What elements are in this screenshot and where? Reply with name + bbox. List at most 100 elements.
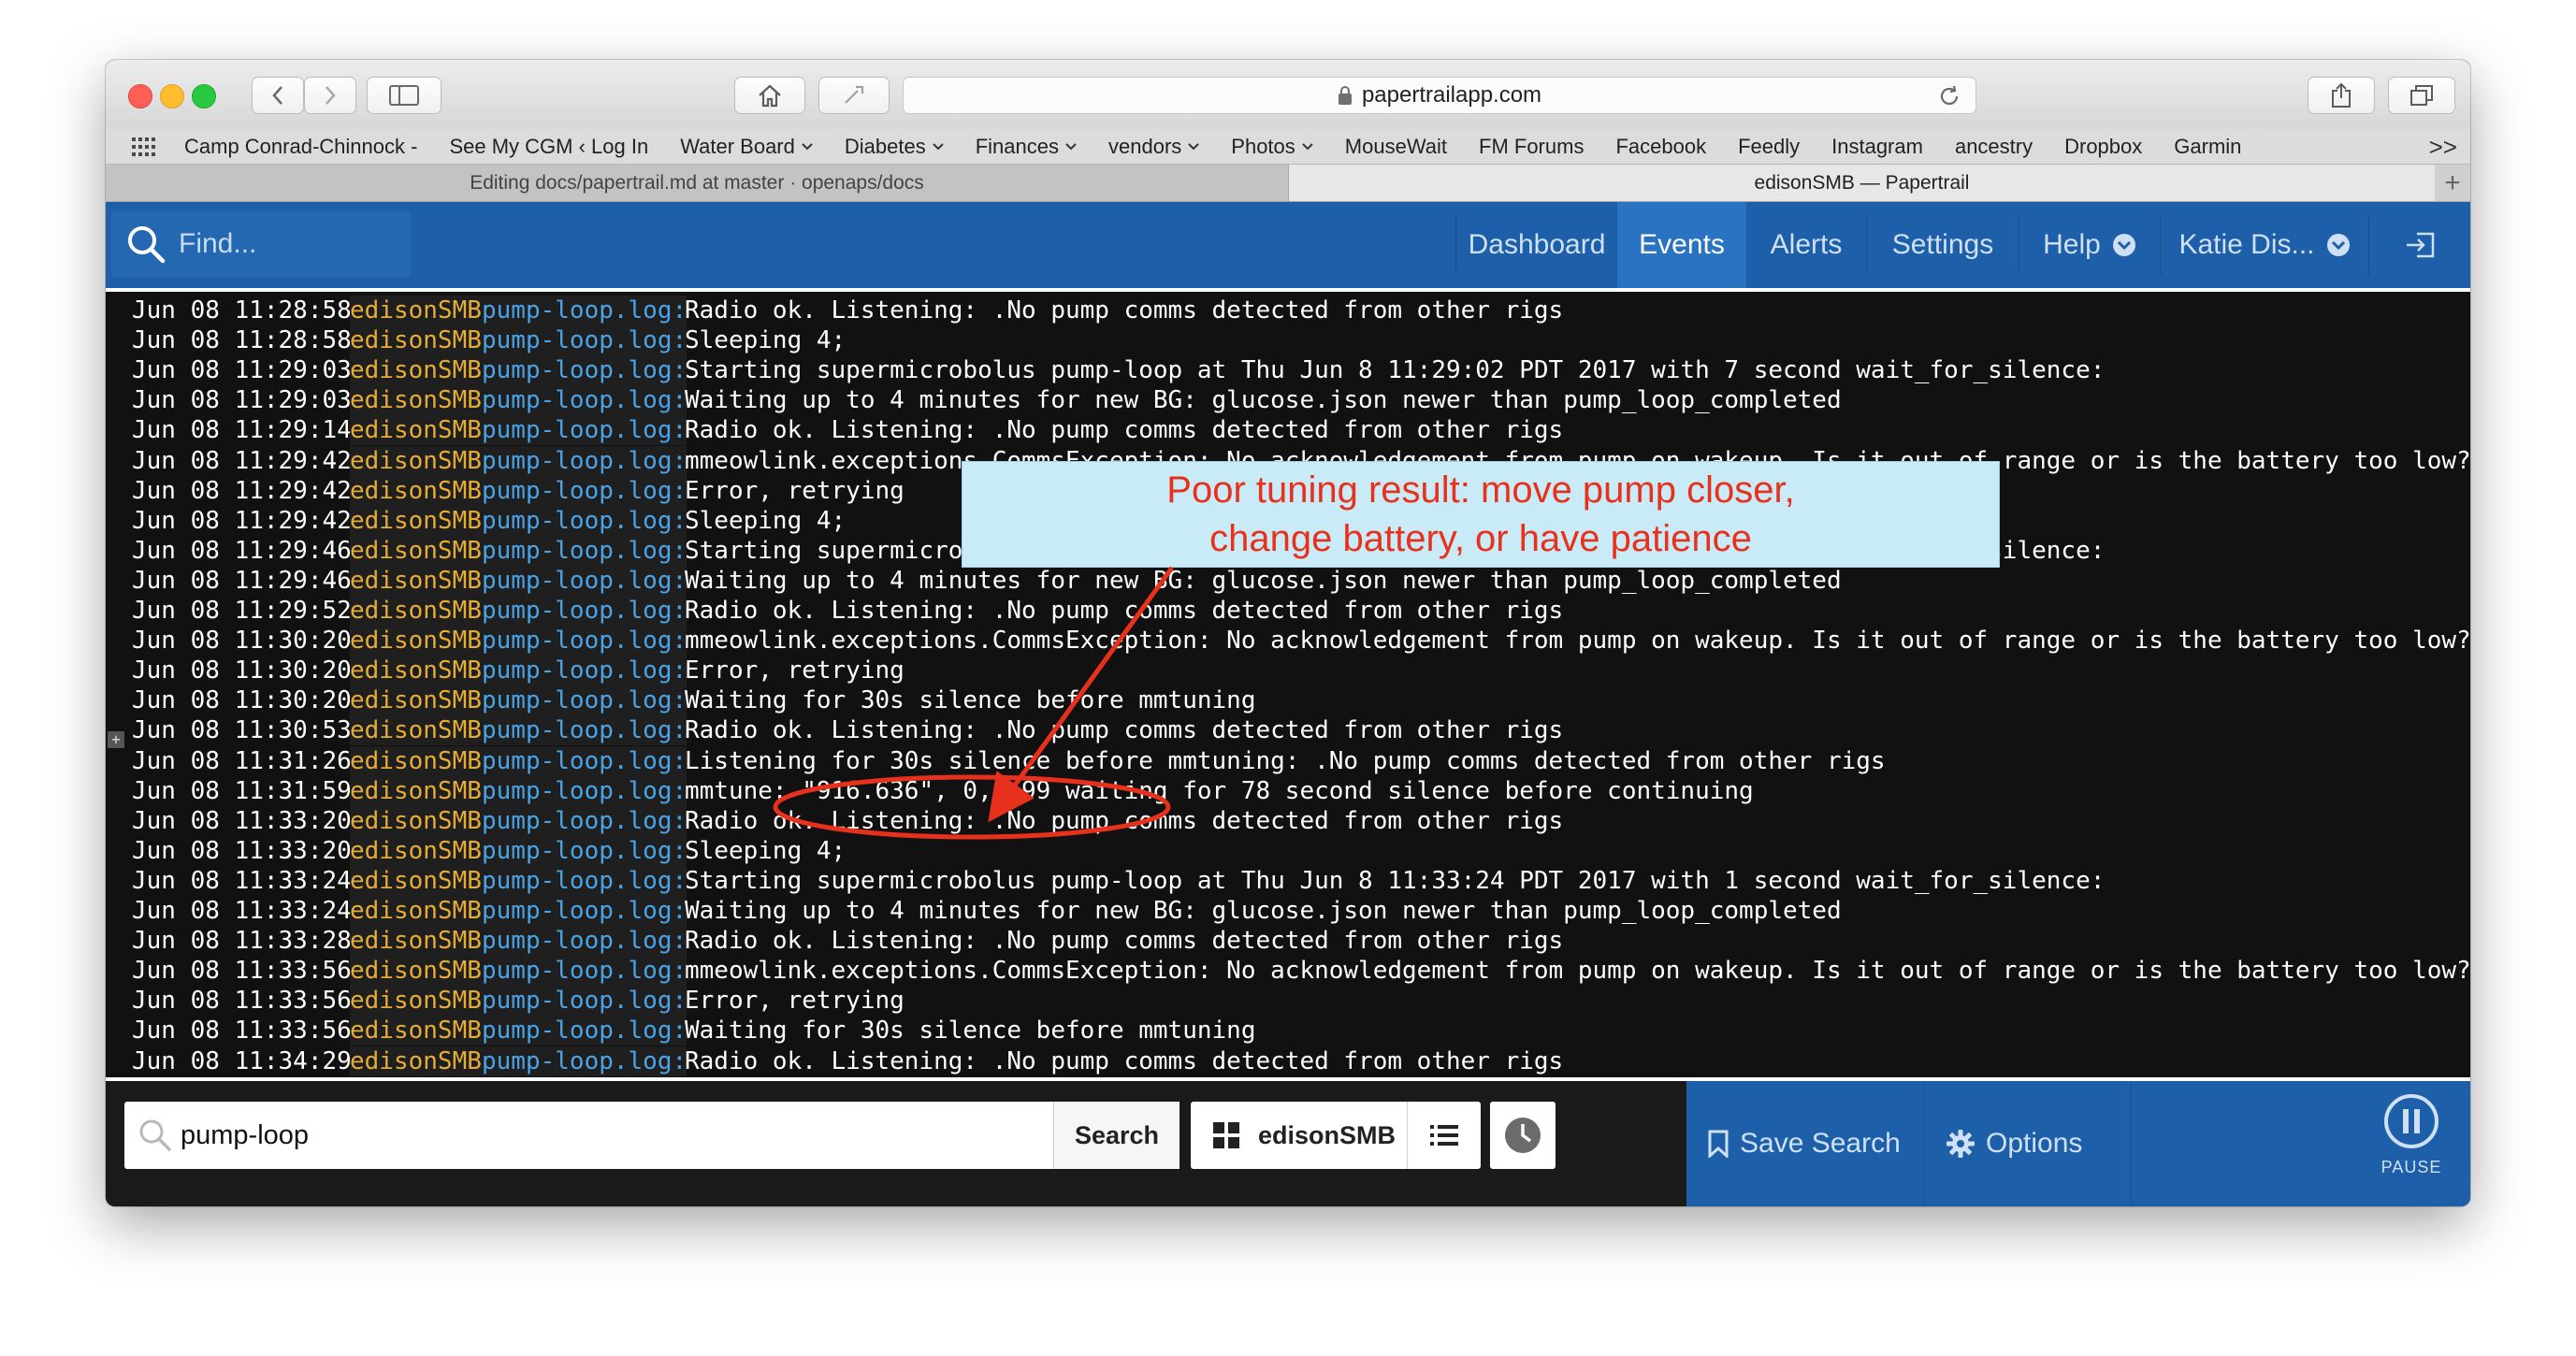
log-event-row[interactable]: Jun 08 11:33:56 edisonSMB pump-loop.log: mm… [106, 956, 2470, 987]
log-host[interactable]: edisonSMB [350, 445, 482, 476]
log-program[interactable]: pump-loop.log: [482, 926, 687, 957]
bookmark-item[interactable]: vendors [1108, 135, 1199, 159]
search-button[interactable]: Search [1053, 1102, 1179, 1169]
share-button[interactable] [2308, 77, 2375, 114]
log-program[interactable]: pump-loop.log: [482, 956, 687, 987]
log-event-row[interactable]: Jun 08 11:33:56 edisonSMB pump-loop.log: Er… [106, 986, 2470, 1017]
log-host[interactable]: edisonSMB [350, 865, 482, 896]
log-event-row[interactable]: Jun 08 11:30:20 edisonSMB pump-loop.log: Er… [106, 656, 2470, 686]
bookmark-item[interactable]: Camp Conrad-Chinnock - [184, 135, 417, 159]
log-program[interactable]: pump-loop.log: [482, 325, 687, 356]
log-event-row[interactable]: Jun 08 11:28:58 edisonSMB pump-loop.log: Ra… [106, 296, 2470, 325]
log-host[interactable]: edisonSMB [350, 1016, 482, 1046]
bookmark-item[interactable]: Water Board [680, 135, 813, 159]
system-group-selector[interactable]: edisonSMB [1191, 1102, 1481, 1169]
log-program[interactable]: pump-loop.log: [482, 1046, 687, 1076]
log-program[interactable]: pump-loop.log: [482, 715, 687, 746]
log-event-row[interactable]: Jun 08 11:29:03 edisonSMB pump-loop.log: St… [106, 355, 2470, 386]
log-event-row[interactable]: Jun 08 11:33:20 edisonSMB pump-loop.log: Ra… [106, 805, 2470, 836]
log-host[interactable]: edisonSMB [350, 835, 482, 866]
save-search-button[interactable]: Save Search [1708, 1081, 1901, 1206]
log-event-row[interactable]: Jun 08 11:30:53 edisonSMB pump-loop.log: Ra… [106, 715, 2470, 746]
nav-help[interactable]: Help [2019, 202, 2160, 288]
tab-papertrail[interactable]: edisonSMB — Papertrail [1289, 165, 2435, 201]
grid-icon[interactable] [132, 137, 156, 156]
nav-settings[interactable]: Settings [1867, 202, 2019, 288]
log-host[interactable]: edisonSMB [350, 1046, 482, 1076]
forward-button[interactable] [304, 77, 356, 114]
log-host[interactable]: edisonSMB [350, 926, 482, 957]
log-host[interactable]: edisonSMB [350, 385, 482, 416]
log-program[interactable]: pump-loop.log: [482, 445, 687, 476]
log-program[interactable]: pump-loop.log: [482, 865, 687, 896]
address-bar[interactable]: papertrailapp.com [903, 77, 1976, 114]
log-host[interactable]: edisonSMB [350, 325, 482, 356]
log-program[interactable]: pump-loop.log: [482, 505, 687, 536]
log-program[interactable]: pump-loop.log: [482, 626, 687, 656]
log-host[interactable]: edisonSMB [350, 775, 482, 806]
log-host[interactable]: edisonSMB [350, 415, 482, 446]
log-host[interactable]: edisonSMB [350, 986, 482, 1017]
nav-alerts[interactable]: Alerts [1746, 202, 1866, 288]
log-program[interactable]: pump-loop.log: [482, 896, 687, 926]
log-program[interactable]: pump-loop.log: [482, 656, 687, 686]
log-event-row[interactable]: Jun 08 11:33:20 edisonSMB pump-loop.log: Sl… [106, 835, 2470, 866]
logout-button[interactable] [2369, 202, 2470, 288]
log-event-row[interactable]: Jun 08 11:29:46 edisonSMB pump-loop.log: Wa… [106, 565, 2470, 596]
log-event-row[interactable]: Jun 08 11:33:24 edisonSMB pump-loop.log: St… [106, 865, 2470, 896]
log-program[interactable]: pump-loop.log: [482, 805, 687, 836]
log-program[interactable]: pump-loop.log: [482, 986, 687, 1017]
log-host[interactable]: edisonSMB [350, 475, 482, 506]
bookmark-item[interactable]: ancestry [1955, 135, 2033, 159]
time-seek-button[interactable] [1490, 1102, 1556, 1169]
log-event-row[interactable]: Jun 08 11:33:28 edisonSMB pump-loop.log: Ra… [106, 926, 2470, 957]
log-host[interactable]: edisonSMB [350, 715, 482, 746]
log-host[interactable]: edisonSMB [350, 565, 482, 596]
reload-icon[interactable] [1938, 85, 1961, 108]
log-program[interactable]: pump-loop.log: [482, 535, 687, 566]
new-tab-button[interactable]: + [2435, 165, 2470, 201]
bookmark-item[interactable]: Facebook [1615, 135, 1706, 159]
log-event-row[interactable]: Jun 08 11:28:58 edisonSMB pump-loop.log: Sl… [106, 325, 2470, 356]
minimize-window-button[interactable] [160, 84, 184, 108]
list-view-button[interactable] [1407, 1102, 1481, 1169]
log-program[interactable]: pump-loop.log: [482, 745, 687, 776]
log-event-row[interactable]: Jun 08 11:29:14 edisonSMB pump-loop.log: Ra… [106, 415, 2470, 446]
zoom-window-button[interactable] [192, 84, 216, 108]
log-event-row[interactable]: Jun 08 11:29:52 edisonSMB pump-loop.log: Ra… [106, 596, 2470, 626]
log-program[interactable]: pump-loop.log: [482, 355, 687, 386]
log-program[interactable]: pump-loop.log: [482, 835, 687, 866]
log-event-row[interactable]: Jun 08 11:33:56 edisonSMB pump-loop.log: Wa… [106, 1016, 2470, 1046]
bookmark-item[interactable]: See My CGM ‹ Log In [449, 135, 648, 159]
tabs-overview-button[interactable] [2388, 77, 2455, 114]
tab-github-docs[interactable]: Editing docs/papertrail.md at master · o… [106, 165, 1289, 201]
event-log[interactable]: + Jun 08 11:28:58 edisonSMB pump-loop.log:… [106, 296, 2470, 1077]
log-program[interactable]: pump-loop.log: [482, 596, 687, 626]
home-button[interactable] [734, 77, 805, 114]
log-host[interactable]: edisonSMB [350, 956, 482, 987]
bookmark-item[interactable]: MouseWait [1345, 135, 1447, 159]
pause-button[interactable]: PAUSE [2360, 1092, 2463, 1195]
log-event-row[interactable]: Jun 08 11:33:24 edisonSMB pump-loop.log: Wa… [106, 896, 2470, 926]
extension-button[interactable] [818, 77, 890, 114]
log-event-row[interactable]: Jun 08 11:29:03 edisonSMB pump-loop.log: Wa… [106, 385, 2470, 416]
log-event-row[interactable]: Jun 08 11:30:20 edisonSMB pump-loop.log: Wa… [106, 685, 2470, 716]
log-host[interactable]: edisonSMB [350, 626, 482, 656]
log-program[interactable]: pump-loop.log: [482, 1016, 687, 1046]
log-host[interactable]: edisonSMB [350, 596, 482, 626]
log-host[interactable]: edisonSMB [350, 535, 482, 566]
log-host[interactable]: edisonSMB [350, 745, 482, 776]
log-host[interactable]: edisonSMB [350, 896, 482, 926]
log-program[interactable]: pump-loop.log: [482, 415, 687, 446]
log-host[interactable]: edisonSMB [350, 805, 482, 836]
back-button[interactable] [252, 77, 304, 114]
log-program[interactable]: pump-loop.log: [482, 565, 687, 596]
log-program[interactable]: pump-loop.log: [482, 385, 687, 416]
log-program[interactable]: pump-loop.log: [482, 685, 687, 716]
search-input[interactable]: pump-loop Search [124, 1102, 1179, 1169]
nav-events[interactable]: Events [1617, 202, 1746, 288]
find-input[interactable]: Find... [111, 211, 411, 277]
bookmark-item[interactable]: FM Forums [1479, 135, 1584, 159]
log-event-row[interactable]: Jun 08 11:31:26 edisonSMB pump-loop.log: Li… [106, 745, 2470, 776]
bookmark-item[interactable]: Garmin [2174, 135, 2241, 159]
